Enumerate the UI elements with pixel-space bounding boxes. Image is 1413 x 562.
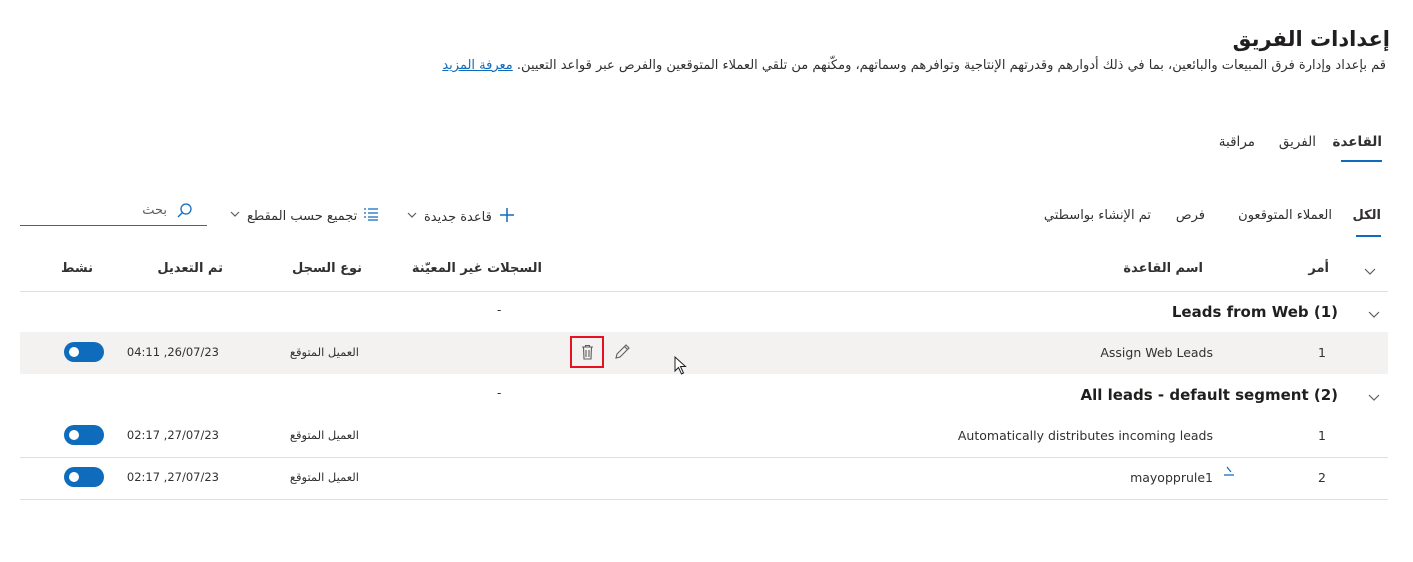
row-rule-name[interactable]: Assign Web Leads bbox=[1100, 345, 1213, 360]
row-rule-name[interactable]: Automatically distributes incoming leads bbox=[958, 428, 1213, 443]
edit-pencil-icon[interactable] bbox=[613, 343, 631, 365]
active-toggle[interactable] bbox=[64, 425, 104, 445]
group-by-segment-button[interactable]: تجميع حسب المقطع bbox=[229, 206, 379, 226]
filter-created-by-me[interactable]: تم الإنشاء بواسطتي bbox=[1044, 208, 1151, 223]
row-divider bbox=[20, 457, 1388, 458]
new-rule-button[interactable]: قاعدة جديدة bbox=[406, 206, 516, 228]
group-header-title[interactable]: All leads - default segment (2) bbox=[1080, 386, 1338, 404]
group-unassigned-count: - bbox=[497, 303, 502, 317]
group-header-title[interactable]: Leads from Web (1) bbox=[1172, 303, 1338, 321]
row-order: 1 bbox=[1318, 345, 1326, 360]
expand-all-chevron-icon[interactable] bbox=[1363, 263, 1377, 282]
new-rule-label: قاعدة جديدة bbox=[424, 209, 492, 225]
filter-opportunities[interactable]: فرص bbox=[1176, 208, 1205, 223]
row-record-type: العميل المتوقع bbox=[289, 470, 359, 484]
chevron-down-icon bbox=[406, 209, 418, 225]
page-description: قم بإعداد وإدارة فرق المبيعات والبائعين،… bbox=[442, 58, 1386, 73]
tab-team[interactable]: الفريق bbox=[1279, 134, 1316, 150]
row-modified: 04:11 ,26/07/23 bbox=[126, 345, 219, 359]
search-placeholder: بحث bbox=[142, 203, 167, 218]
chevron-down-icon[interactable] bbox=[1367, 306, 1381, 325]
row-modified: 02:17 ,27/07/23 bbox=[126, 470, 219, 484]
tab-monitoring[interactable]: مراقبة bbox=[1219, 134, 1255, 150]
column-order[interactable]: أمر bbox=[1308, 261, 1329, 276]
row-modified: 02:17 ,27/07/23 bbox=[126, 428, 219, 442]
tab-active-indicator bbox=[1341, 160, 1382, 162]
active-toggle[interactable] bbox=[64, 342, 104, 362]
row-order: 2 bbox=[1318, 470, 1326, 485]
group-list-icon bbox=[363, 206, 379, 226]
delete-button[interactable] bbox=[570, 336, 604, 368]
row-order: 1 bbox=[1318, 428, 1326, 443]
learn-more-link[interactable]: معرفة المزيد bbox=[442, 58, 512, 73]
table-bottom-divider bbox=[20, 499, 1388, 500]
search-input[interactable]: بحث bbox=[20, 200, 207, 226]
page-title: إعدادات الفريق bbox=[1232, 27, 1390, 51]
tab-rule[interactable]: القاعدة bbox=[1333, 134, 1382, 150]
header-divider bbox=[20, 291, 1388, 292]
description-text: قم بإعداد وإدارة فرق المبيعات والبائعين،… bbox=[516, 58, 1386, 73]
column-modified[interactable]: تم التعديل bbox=[157, 261, 223, 276]
group-unassigned-count: - bbox=[497, 386, 502, 400]
active-toggle[interactable] bbox=[64, 467, 104, 487]
trash-icon bbox=[581, 344, 594, 364]
chevron-down-icon bbox=[229, 208, 241, 224]
row-record-type: العميل المتوقع bbox=[289, 345, 359, 359]
filter-active-indicator bbox=[1356, 235, 1381, 237]
filter-all[interactable]: الكل bbox=[1352, 208, 1381, 223]
search-icon bbox=[176, 202, 193, 223]
mouse-cursor-icon bbox=[674, 355, 688, 380]
add-icon bbox=[498, 206, 516, 228]
row-record-type: العميل المتوقع bbox=[289, 428, 359, 442]
column-rule-name[interactable]: اسم القاعدة bbox=[1123, 261, 1203, 276]
sort-order-icon bbox=[1222, 462, 1236, 481]
column-record-type[interactable]: نوع السجل bbox=[292, 261, 362, 276]
row-rule-name[interactable]: mayopprule1 bbox=[1130, 470, 1213, 485]
column-active[interactable]: نشط bbox=[61, 261, 93, 276]
column-unassigned-records[interactable]: السجلات غير المعيّنة bbox=[412, 261, 542, 276]
chevron-down-icon[interactable] bbox=[1367, 389, 1381, 408]
group-by-label: تجميع حسب المقطع bbox=[247, 208, 358, 224]
filter-leads[interactable]: العملاء المتوقعون bbox=[1238, 208, 1332, 223]
